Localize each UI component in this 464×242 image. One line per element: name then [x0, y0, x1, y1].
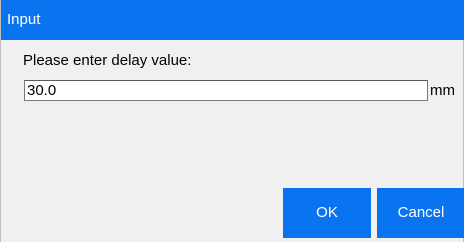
prompt-label: Please enter delay value: [23, 52, 192, 69]
dialog-titlebar: Input [1, 0, 464, 40]
cancel-button[interactable]: Cancel [377, 188, 464, 238]
unit-label: mm [430, 82, 455, 99]
dialog-title: Input [7, 11, 41, 28]
input-dialog: Input Please enter delay value: mm OK Ca… [0, 0, 464, 242]
delay-value-input[interactable] [24, 80, 428, 101]
ok-button[interactable]: OK [283, 188, 371, 238]
